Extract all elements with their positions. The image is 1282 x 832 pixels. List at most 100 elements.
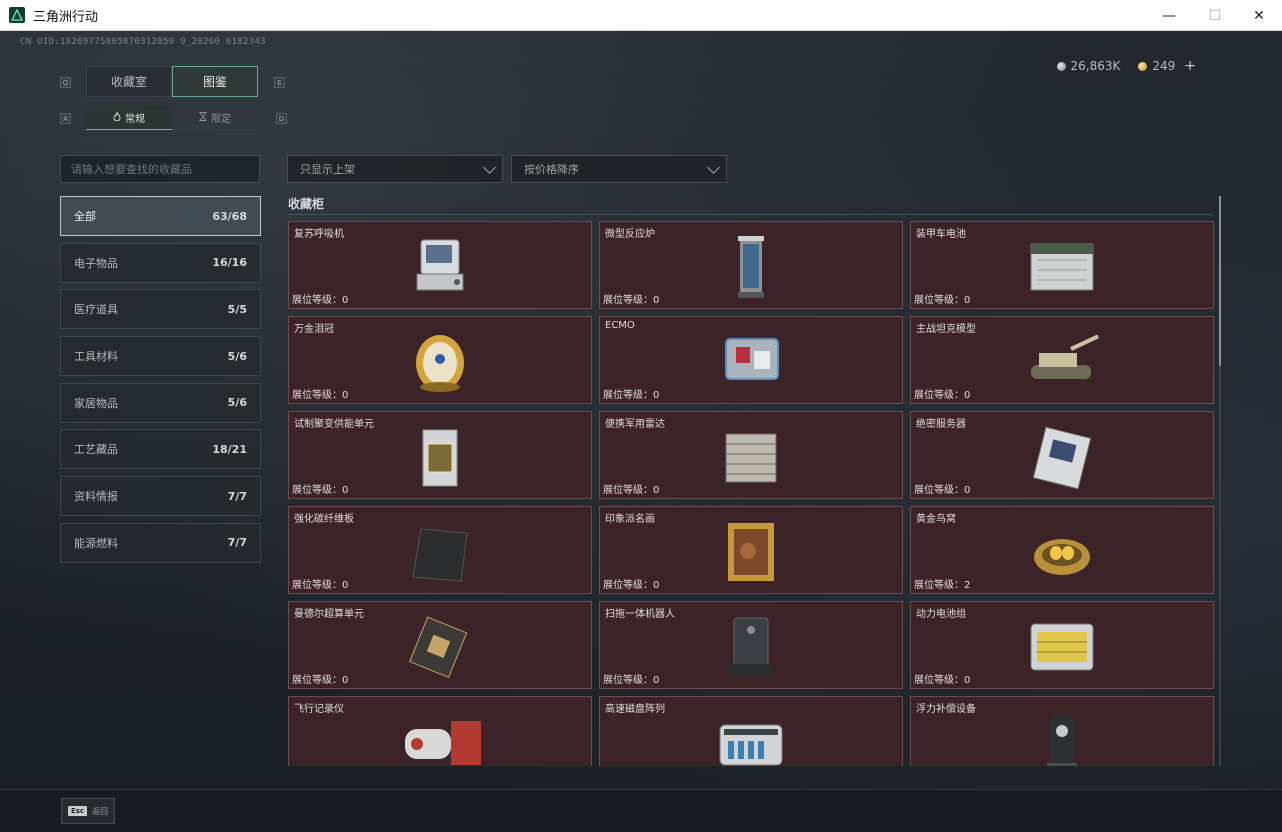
subtab-regular[interactable]: 常规 xyxy=(86,106,172,130)
game-surface: CN UID:18269775805070312850 9_20260 6182… xyxy=(0,31,1282,832)
collection-card[interactable]: 强化碳纤维板 展位等级：0 xyxy=(288,506,592,594)
category-medical[interactable]: 医疗道具 5/5 xyxy=(60,289,261,330)
collection-card[interactable]: 印象派名画 展位等级：0 xyxy=(599,506,903,594)
gold-currency: 249 + xyxy=(1138,58,1196,74)
item-name: 便携军用雷达 xyxy=(605,419,665,430)
category-label: 资料情报 xyxy=(74,490,118,504)
category-energy[interactable]: 能源燃料 7/7 xyxy=(60,522,261,563)
flight-recorder-icon xyxy=(395,705,485,766)
collection-card[interactable]: 主战坦克模型 展位等级：0 xyxy=(910,316,1214,404)
shelf-filter-value: 只显示上架 xyxy=(300,163,355,176)
golden-nest-icon xyxy=(1017,515,1107,589)
sort-dropdown[interactable]: 按价格降序 xyxy=(511,155,727,183)
item-display-level: 展位等级：0 xyxy=(603,675,660,686)
tab-catalog[interactable]: 图鉴 xyxy=(172,66,258,97)
category-count: 63/68 xyxy=(212,209,247,223)
item-display-level: 展位等级：0 xyxy=(603,485,660,496)
maximize-button[interactable]: ☐ xyxy=(1192,0,1238,31)
category-count: 7/7 xyxy=(227,489,247,503)
item-display-level: 展位等级：0 xyxy=(292,580,349,591)
back-button[interactable]: Esc 返回 xyxy=(61,798,115,824)
category-household[interactable]: 家居物品 5/6 xyxy=(60,382,261,423)
ecmo-icon xyxy=(706,325,796,399)
key-hint-a: A xyxy=(60,113,71,124)
reactor-icon xyxy=(706,230,796,304)
category-intel[interactable]: 资料情报 7/7 xyxy=(60,476,261,517)
esc-key-icon: Esc xyxy=(68,806,88,816)
main-tabs: 收藏室 图鉴 xyxy=(86,66,258,97)
back-label: 返回 xyxy=(92,806,109,816)
collection-card[interactable]: ECMO 展位等级：0 xyxy=(599,316,903,404)
ventilator-icon xyxy=(395,230,485,304)
item-name: 强化碳纤维板 xyxy=(294,514,354,525)
collection-card[interactable]: 黄金鸟窝 展位等级：2 xyxy=(910,506,1214,594)
collection-card[interactable]: 飞行记录仪 xyxy=(288,696,592,766)
grid-scrollbar-thumb[interactable] xyxy=(1219,196,1221,366)
item-name: 浮力补偿设备 xyxy=(916,704,976,715)
category-tools[interactable]: 工具材料 5/6 xyxy=(60,336,261,377)
section-title: 收藏柜 xyxy=(288,197,325,211)
item-name: 动力电池组 xyxy=(916,609,966,620)
item-name: 复苏呼吸机 xyxy=(294,229,344,240)
bottom-bar: Esc 返回 xyxy=(0,789,1282,832)
subtab-limited-label: 限定 xyxy=(211,114,231,125)
painting-icon xyxy=(706,515,796,589)
category-crafts[interactable]: 工艺藏品 18/21 xyxy=(60,429,261,470)
shelf-filter-dropdown[interactable]: 只显示上架 xyxy=(287,155,503,183)
sort-value: 按价格降序 xyxy=(524,163,579,176)
collection-card[interactable]: 扫拖一体机器人 展位等级：0 xyxy=(599,601,903,689)
category-count: 5/6 xyxy=(227,349,247,363)
item-name: 飞行记录仪 xyxy=(294,704,344,715)
collection-card[interactable]: 动力电池组 展位等级：0 xyxy=(910,601,1214,689)
category-label: 电子物品 xyxy=(74,256,118,270)
player-uid: CN UID:18269775805070312850 9_20260 6182… xyxy=(20,37,266,47)
key-hint-d: D xyxy=(276,113,287,124)
chevron-down-icon xyxy=(483,161,496,174)
disk-array-icon xyxy=(706,705,796,766)
category-all[interactable]: 全部 63/68 xyxy=(60,196,261,236)
radar-icon xyxy=(706,420,796,494)
collection-card[interactable]: 复苏呼吸机 展位等级：0 xyxy=(288,221,592,309)
item-name: 曼德尔超算单元 xyxy=(294,609,364,620)
category-label: 工具材料 xyxy=(74,350,118,364)
item-display-level: 展位等级：0 xyxy=(914,390,971,401)
item-display-level: 展位等级：0 xyxy=(292,390,349,401)
add-currency-button[interactable]: + xyxy=(1184,58,1196,74)
collection-card[interactable]: 便携军用雷达 展位等级：0 xyxy=(599,411,903,499)
collection-card[interactable]: 曼德尔超算单元 展位等级：0 xyxy=(288,601,592,689)
item-display-level: 展位等级：0 xyxy=(603,295,660,306)
collection-card[interactable]: 万金泪冠 展位等级：0 xyxy=(288,316,592,404)
flame-icon xyxy=(113,110,121,124)
item-name: 绝密服务器 xyxy=(916,419,966,430)
silver-currency: 26,863K xyxy=(1056,58,1121,74)
collection-card[interactable]: 试制聚变供能单元 展位等级：0 xyxy=(288,411,592,499)
battery-pack-icon xyxy=(1017,610,1107,684)
item-name: 印象派名画 xyxy=(605,514,655,525)
category-count: 5/5 xyxy=(227,302,247,316)
category-list: 全部 63/68 电子物品 16/16 医疗道具 5/5 工具材料 5/6 家居物品 5/… xyxy=(60,196,261,570)
subtab-limited[interactable]: 限定 xyxy=(172,106,258,130)
minimize-button[interactable]: — xyxy=(1146,0,1192,31)
close-button[interactable]: ✕ xyxy=(1236,0,1282,31)
robot-vacuum-icon xyxy=(706,610,796,684)
currency-bar: 26,863K 249 + xyxy=(1056,58,1196,74)
tab-collection-room[interactable]: 收藏室 xyxy=(86,66,172,97)
collection-card[interactable]: 装甲车电池 展位等级：0 xyxy=(910,221,1214,309)
collection-card[interactable]: 浮力补偿设备 xyxy=(910,696,1214,766)
window-titlebar: 三角洲行动 — ☐ ✕ xyxy=(0,0,1282,31)
item-name: 黄金鸟窝 xyxy=(916,514,956,525)
category-label: 工艺藏品 xyxy=(74,443,118,457)
category-electronics[interactable]: 电子物品 16/16 xyxy=(60,242,261,283)
bcd-icon xyxy=(1017,705,1107,766)
collection-card[interactable]: 微型反应炉 展位等级：0 xyxy=(599,221,903,309)
collection-card[interactable]: 高速磁盘阵列 xyxy=(599,696,903,766)
cpu-board-icon xyxy=(395,610,485,684)
collection-card[interactable]: 绝密服务器展位等级：0 xyxy=(910,411,1214,499)
silver-amount: 26,863K xyxy=(1070,59,1121,73)
search-input[interactable] xyxy=(60,155,260,183)
subtab-regular-label: 常规 xyxy=(125,114,145,125)
hourglass-icon xyxy=(199,111,207,124)
category-count: 16/16 xyxy=(212,256,247,270)
collection-grid-viewport[interactable]: 复苏呼吸机 展位等级：0 微型反应炉 展位等级：0 装甲车电池 展位等级：0 万金泪冠 展位等… xyxy=(288,221,1218,766)
item-display-level: 展位等级：0 xyxy=(914,485,971,496)
